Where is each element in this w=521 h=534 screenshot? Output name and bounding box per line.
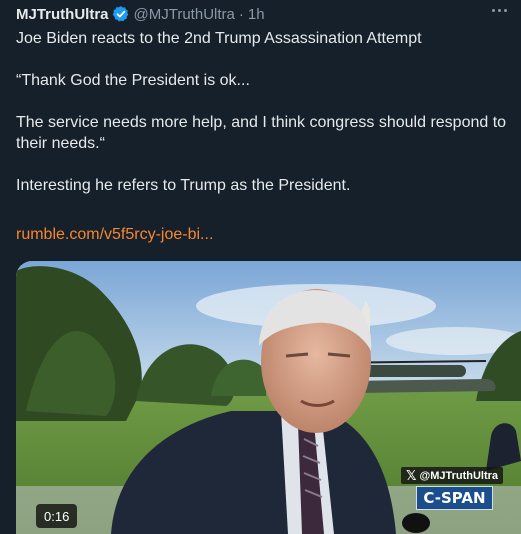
timestamp[interactable]: 1h	[248, 6, 265, 23]
tweet-line: Interesting he refers to Trump as the Pr…	[16, 177, 351, 194]
tweet-line: Joe Biden reacts to the 2nd Trump Assass…	[16, 30, 422, 47]
more-options-icon[interactable]	[489, 2, 509, 18]
video-player[interactable]: 𝕏 @MJTruthUltra C-SPAN 0:16	[16, 261, 521, 534]
author-handle[interactable]: @MJTruthUltra	[134, 6, 235, 23]
video-duration-badge: 0:16	[36, 504, 78, 528]
author-name[interactable]: MJTruthUltra	[16, 6, 109, 23]
tweet-text: Joe Biden reacts to the 2nd Trump Assass…	[16, 28, 511, 196]
cspan-logo: C-SPAN	[416, 486, 493, 510]
tweet-header: MJTruthUltra @MJTruthUltra · 1h	[16, 4, 265, 24]
video-watermark: 𝕏 @MJTruthUltra	[401, 467, 504, 484]
verified-badge-icon	[112, 5, 130, 23]
tweet[interactable]: MJTruthUltra @MJTruthUltra · 1h Joe Bide…	[0, 0, 521, 534]
x-logo-icon: 𝕏	[406, 467, 417, 483]
tweet-link[interactable]: rumble.com/v5f5rcy-joe-bi...	[16, 226, 213, 244]
tweet-line: The service needs more help, and I think…	[16, 114, 507, 152]
separator-dot: ·	[238, 5, 244, 23]
watermark-handle: @MJTruthUltra	[419, 469, 499, 482]
tweet-line: “Thank God the President is ok...	[16, 72, 250, 89]
